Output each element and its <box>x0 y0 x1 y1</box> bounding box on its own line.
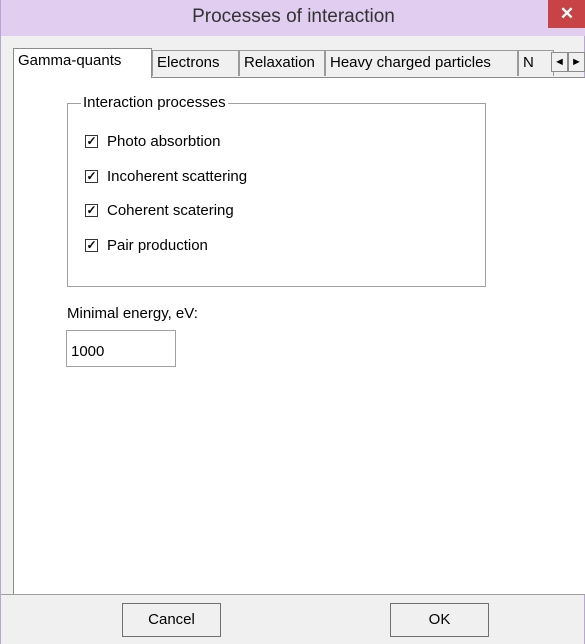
tab-scroll-left-icon[interactable]: ◄ <box>551 52 568 72</box>
tab-heavy-charged-particles[interactable]: Heavy charged particles <box>325 50 518 76</box>
minimal-energy-label: Minimal energy, eV: <box>67 305 198 322</box>
checkbox-incoherent-scattering[interactable]: ✓ <box>85 170 98 183</box>
checkbox-pair-production[interactable]: ✓ <box>85 239 98 252</box>
tab-strip: Gamma-quants Electrons Relaxation Heavy … <box>13 48 585 78</box>
tab-gamma-quants[interactable]: Gamma-quants <box>13 48 152 78</box>
checkbox-photo-absorbtion[interactable]: ✓ <box>85 135 98 148</box>
checkbox-coherent-scatering[interactable]: ✓ <box>85 204 98 217</box>
tab-partial-n[interactable]: N <box>518 50 554 76</box>
checkbox-label: Coherent scatering <box>107 202 234 219</box>
ok-button[interactable]: OK <box>390 603 489 637</box>
dialog-window: Processes of interaction ✕ Gamma-quants … <box>0 0 585 644</box>
cancel-button[interactable]: Cancel <box>122 603 221 637</box>
checkbox-label: Pair production <box>107 237 208 254</box>
checkbox-label: Photo absorbtion <box>107 133 221 150</box>
title-bar: Processes of interaction ✕ <box>1 0 585 36</box>
tab-electrons[interactable]: Electrons <box>152 50 239 76</box>
group-legend: Interaction processes <box>81 94 228 111</box>
footer-divider <box>1 594 585 595</box>
window-title: Processes of interaction <box>192 6 395 27</box>
tab-scroll-right-icon[interactable]: ► <box>568 52 585 72</box>
interaction-processes-group <box>67 103 486 287</box>
minimal-energy-input[interactable] <box>66 330 176 367</box>
tab-relaxation[interactable]: Relaxation <box>239 50 325 76</box>
checkbox-label: Incoherent scattering <box>107 168 248 185</box>
close-button[interactable]: ✕ <box>548 0 585 28</box>
